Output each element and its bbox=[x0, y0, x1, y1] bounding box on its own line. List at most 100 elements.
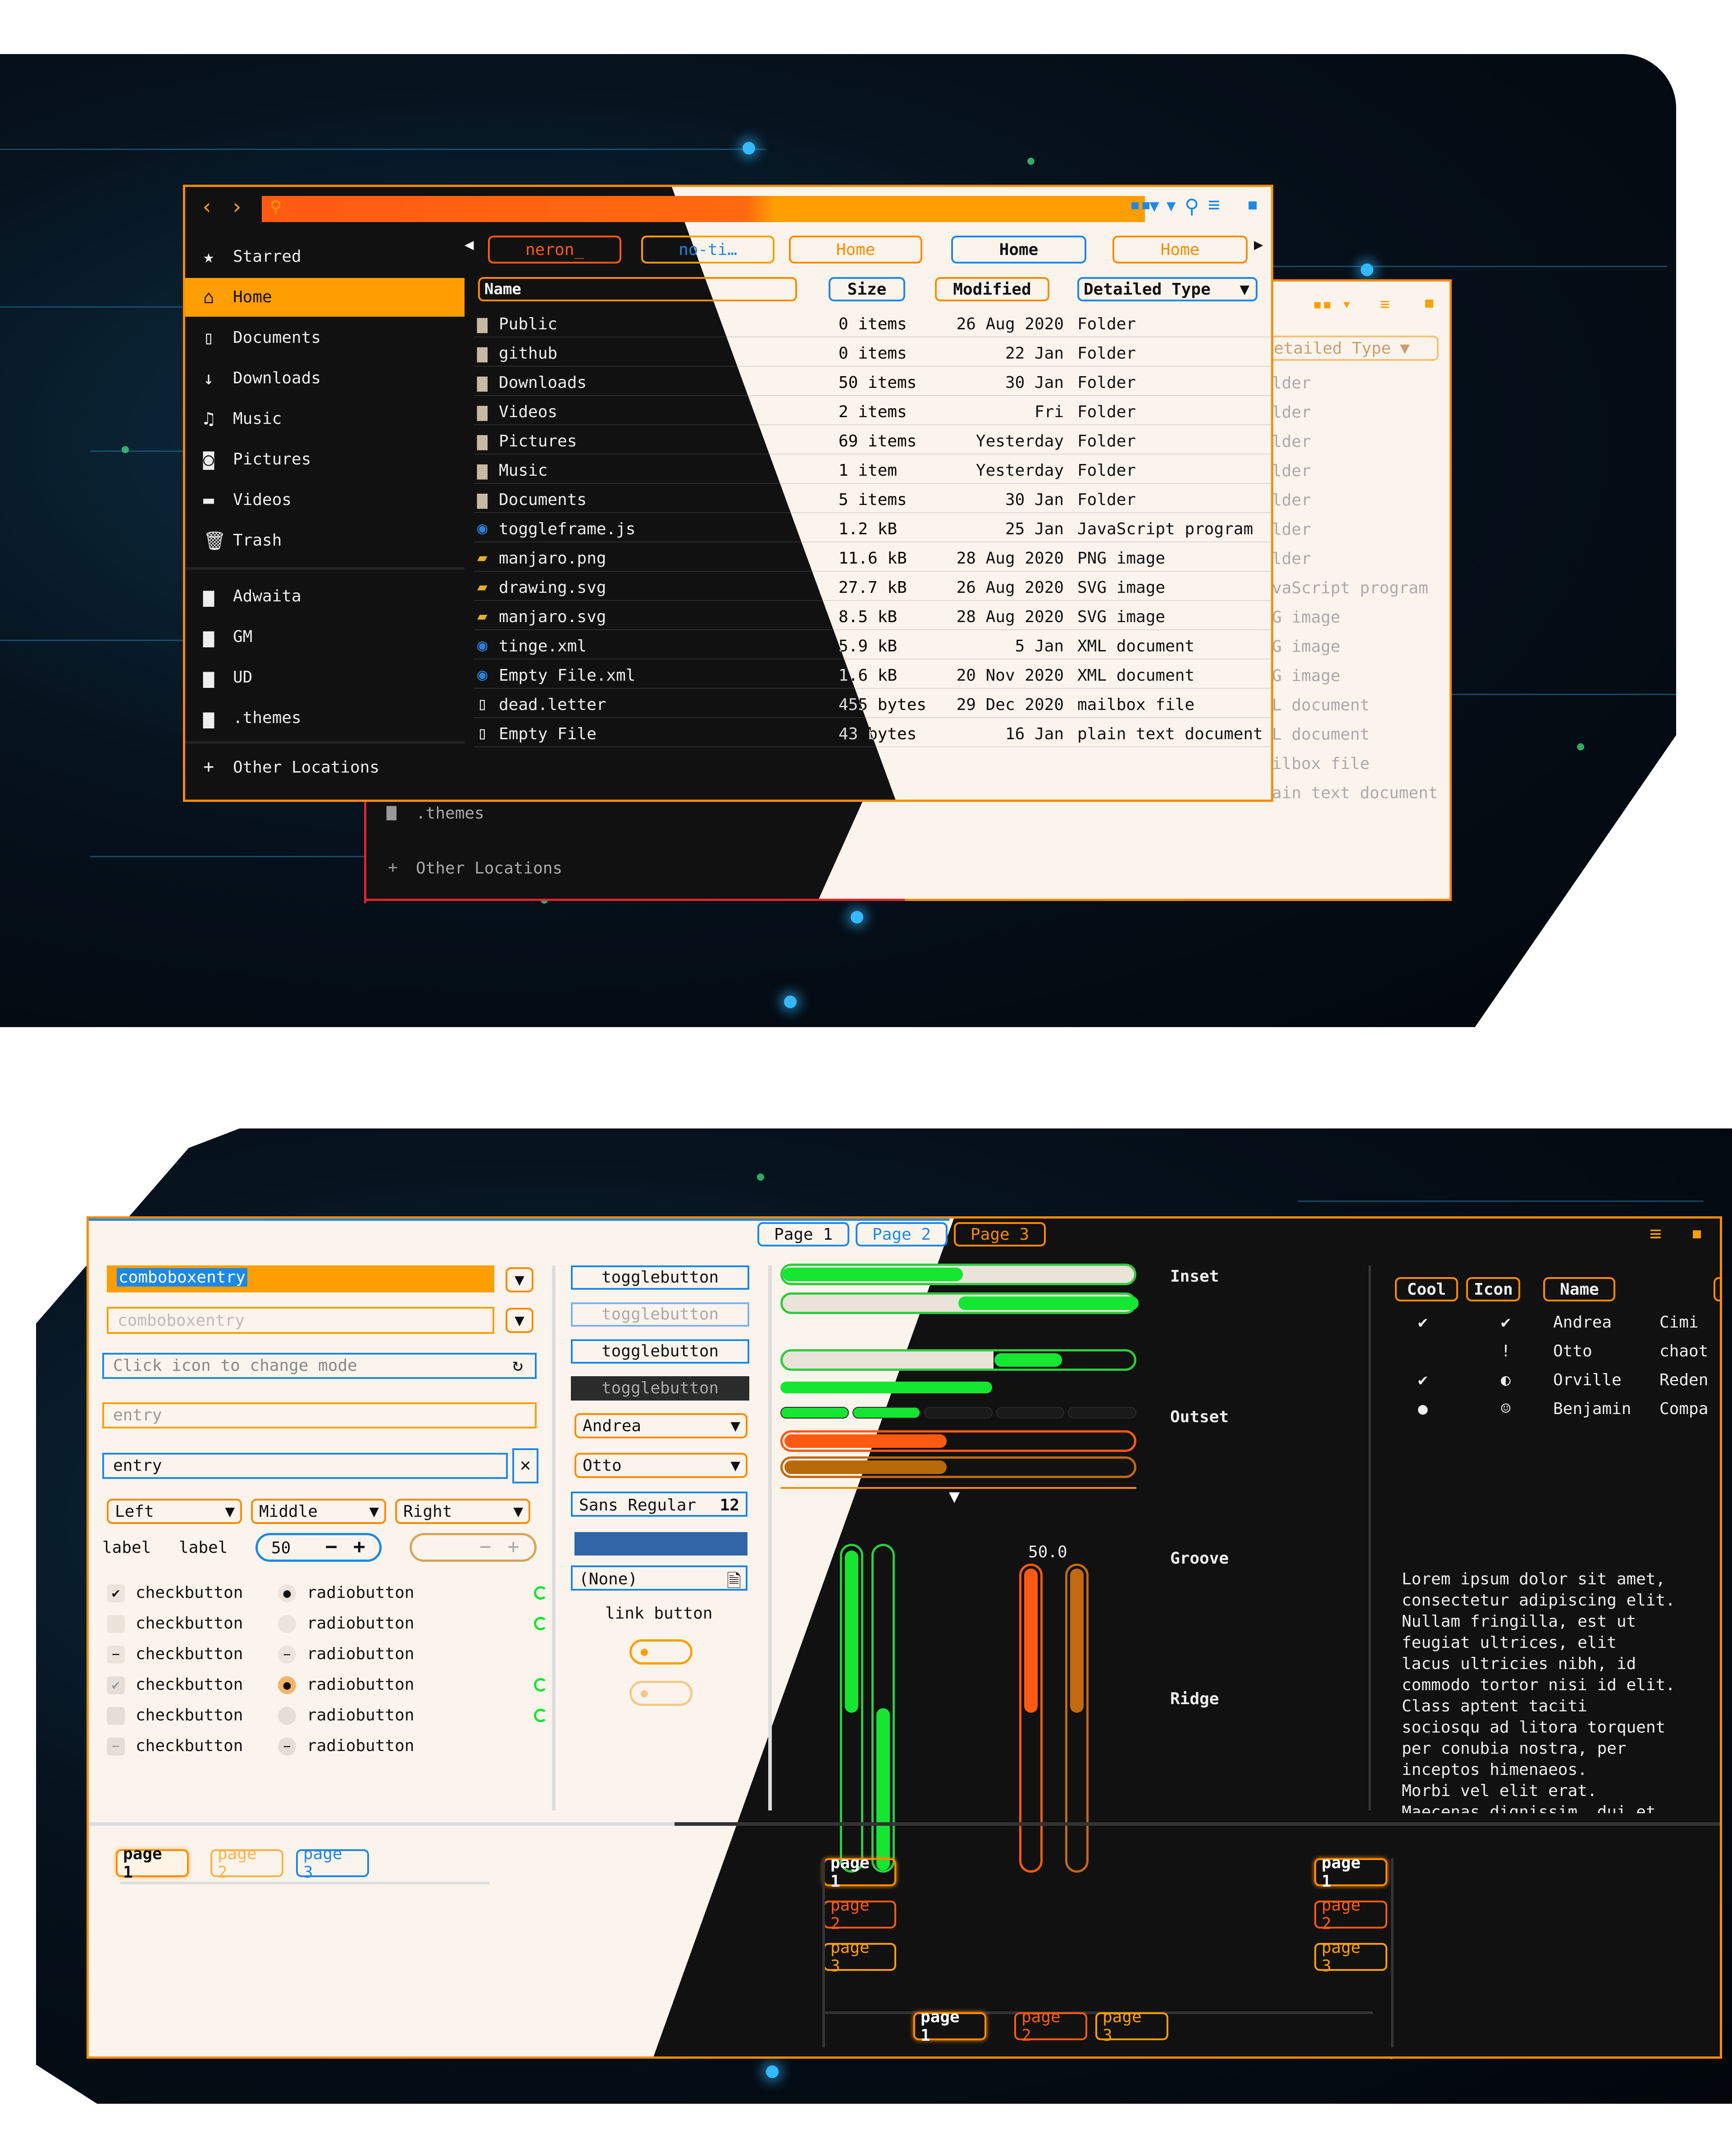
table-row[interactable]: ▆ github 0 items 22 Jan Folder bbox=[474, 338, 1271, 367]
table-row[interactable]: ◉ toggleframe.js 1.2 kB 25 Jan JavaScript pr… bbox=[474, 514, 1271, 542]
link-button[interactable]: link button bbox=[605, 1604, 712, 1623]
notebook-tab-2[interactable]: Page 2 bbox=[856, 1222, 948, 1246]
sidebar-item-starred[interactable]: ★ Starred bbox=[185, 237, 465, 276]
page-tab-1[interactable]: page 1 bbox=[823, 1854, 896, 1891]
back-view-grid-icon[interactable]: ▪▪ ▾ bbox=[1313, 295, 1352, 314]
scale-orange-2[interactable] bbox=[780, 1456, 1136, 1478]
table-row[interactable]: ▆ Documents 5 items 30 Jan Folder bbox=[474, 484, 1271, 513]
column-header-detailed-type[interactable]: Detailed Type ▼ bbox=[1077, 277, 1258, 301]
switch-on[interactable] bbox=[629, 1639, 693, 1665]
tree-column-icon[interactable]: Icon bbox=[1466, 1277, 1521, 1301]
column-header-modified[interactable]: Modified bbox=[935, 277, 1049, 301]
page-tab-3[interactable]: page 3 bbox=[296, 1845, 369, 1882]
scale-orange-1[interactable] bbox=[780, 1430, 1136, 1452]
vertical-orange-scale-2[interactable] bbox=[1065, 1564, 1089, 1873]
notebook-tab-3[interactable]: Page 3 bbox=[954, 1222, 1046, 1246]
color-button[interactable] bbox=[574, 1532, 747, 1556]
page-tab-3[interactable]: page 3 bbox=[1095, 2008, 1168, 2045]
comboboxentry-2-dropdown[interactable]: ▼ bbox=[506, 1308, 533, 1333]
view-options-dropdown-icon[interactable]: ▼ bbox=[1167, 197, 1176, 215]
table-row[interactable]: ▰ manjaro.png 11.6 kB 28 Aug 2020 PNG image bbox=[474, 543, 1271, 572]
path-tab-2[interactable]: no-ti… bbox=[641, 236, 775, 264]
radiobutton[interactable]: ● radiobutton bbox=[278, 1579, 458, 1606]
column-header-name[interactable]: Name bbox=[478, 277, 797, 301]
tree-column-name[interactable]: Name bbox=[1543, 1277, 1616, 1301]
view-switcher-icon[interactable]: ▪▪ bbox=[1130, 194, 1151, 215]
clear-entry-button[interactable]: ✕ bbox=[512, 1448, 538, 1483]
table-row[interactable]: ▯ Empty File 43 bytes 16 Jan plain text docu… bbox=[474, 719, 1271, 747]
refresh-icon[interactable]: ↻ bbox=[512, 1355, 523, 1375]
page-tab-1[interactable]: page 1 bbox=[913, 2008, 986, 2045]
path-tab-5[interactable]: Home bbox=[1112, 236, 1248, 264]
vertical-orange-scale-1[interactable] bbox=[1019, 1564, 1043, 1873]
back-square-icon[interactable]: ■ bbox=[1425, 295, 1433, 311]
tree-column-nic[interactable]: Nic bbox=[1714, 1277, 1720, 1301]
back-sidebar-themes[interactable]: .themes bbox=[416, 804, 484, 823]
spin-minus-icon[interactable]: − bbox=[325, 1535, 337, 1558]
table-row[interactable]: ▆ Downloads 50 items 30 Jan Folder bbox=[474, 367, 1271, 396]
window-square-icon[interactable]: ■ bbox=[1249, 197, 1257, 213]
path-tab-3[interactable]: Home bbox=[789, 236, 922, 264]
combo-left[interactable]: Left ▼ bbox=[107, 1499, 242, 1524]
table-row[interactable]: ▆ Videos 2 items Fri Folder bbox=[474, 396, 1271, 425]
spin-plus-icon[interactable]: + bbox=[353, 1535, 365, 1558]
back-detailed-type-header[interactable]: etailed Type ▼ bbox=[1267, 336, 1439, 361]
entry-field[interactable]: entry bbox=[102, 1453, 508, 1479]
page-tab-2[interactable]: page 2 bbox=[1314, 1896, 1387, 1933]
page-tab-1[interactable]: page 1 bbox=[1314, 1854, 1387, 1891]
entry-placeholder-field[interactable]: entry bbox=[102, 1402, 537, 1428]
combo-middle[interactable]: Middle ▼ bbox=[251, 1499, 386, 1524]
comboboxentry-1[interactable]: comboboxentry bbox=[107, 1265, 494, 1292]
page-tab-2[interactable]: page 2 bbox=[823, 1896, 896, 1933]
radiobutton[interactable]: − radiobutton bbox=[278, 1640, 458, 1667]
back-arrow-icon[interactable]: ‹ bbox=[201, 194, 214, 219]
search-icon[interactable]: ⚲ bbox=[1185, 195, 1199, 218]
tree-row[interactable]: ✔ ◐ Orville Reden bbox=[1391, 1366, 1720, 1393]
spin-button[interactable]: 50 − + bbox=[255, 1533, 382, 1562]
path-tab-4[interactable]: Home bbox=[951, 236, 1086, 264]
checkbutton[interactable]: checkbutton bbox=[107, 1610, 278, 1637]
scale-slider-icon[interactable]: ▼ bbox=[949, 1486, 960, 1507]
header-menu-icon[interactable]: ≡ bbox=[1650, 1222, 1662, 1245]
table-row[interactable]: ▆ Music 1 item Yesterday Folder bbox=[474, 455, 1271, 484]
header-square-icon[interactable]: ■ bbox=[1693, 1226, 1701, 1242]
page-tab-2[interactable]: page 2 bbox=[210, 1845, 283, 1882]
mode-entry[interactable]: Click icon to change mode ↻ bbox=[102, 1353, 537, 1379]
tree-column-cool[interactable]: Cool bbox=[1395, 1277, 1458, 1301]
comboboxentry-2[interactable]: comboboxentry bbox=[107, 1307, 494, 1334]
toggle-button-3[interactable]: togglebutton bbox=[571, 1339, 749, 1364]
combo-right[interactable]: Right ▼ bbox=[395, 1499, 530, 1524]
file-chooser-button[interactable]: (None) 🗎 bbox=[571, 1565, 747, 1592]
table-row[interactable]: ▆ Pictures 69 items Yesterday Folder bbox=[474, 426, 1271, 455]
table-row[interactable]: ◉ Empty File.xml 1.6 kB 20 Nov 2020 XML docu… bbox=[474, 660, 1271, 689]
column-header-size[interactable]: Size bbox=[829, 277, 905, 301]
tree-row[interactable]: ✔ ✔ Andrea Cimi bbox=[1391, 1309, 1720, 1336]
tree-row[interactable]: ! Otto chaot bbox=[1391, 1337, 1720, 1365]
path-tab-1[interactable]: neron_ bbox=[488, 236, 621, 264]
table-row[interactable]: ▰ manjaro.svg 8.5 kB 28 Aug 2020 SVG image bbox=[474, 601, 1271, 630]
path-right-arrow-icon[interactable]: ▶ bbox=[1254, 236, 1263, 254]
checkbutton[interactable]: ✔ checkbutton bbox=[107, 1579, 278, 1606]
notebook-tab-1[interactable]: Page 1 bbox=[757, 1222, 849, 1246]
page-tab-3[interactable]: page 3 bbox=[1314, 1938, 1387, 1975]
page-tab-3[interactable]: page 3 bbox=[823, 1938, 896, 1975]
table-row[interactable]: ▆ Public 0 items 26 Aug 2020 Folder bbox=[474, 309, 1271, 337]
back-sidebar-other-locations[interactable]: Other Locations bbox=[416, 859, 562, 878]
combo-andrea[interactable]: Andrea ▼ bbox=[574, 1413, 747, 1438]
location-search-bar[interactable]: ⚲ bbox=[262, 196, 1145, 222]
back-menu-icon[interactable]: ≡ bbox=[1380, 295, 1390, 314]
table-row[interactable]: ▰ drawing.svg 27.7 kB 26 Aug 2020 SVG image bbox=[474, 572, 1271, 601]
checkbutton[interactable]: − checkbutton bbox=[107, 1640, 278, 1667]
font-button[interactable]: Sans Regular 12 bbox=[571, 1492, 747, 1517]
toggle-button-1[interactable]: togglebutton bbox=[571, 1265, 749, 1290]
comboboxentry-1-dropdown[interactable]: ▼ bbox=[506, 1267, 533, 1292]
combo-otto[interactable]: Otto ▼ bbox=[574, 1453, 747, 1478]
table-row[interactable]: ▯ dead.letter 455 bytes 29 Dec 2020 mailbox … bbox=[474, 689, 1271, 718]
hamburger-menu-icon[interactable]: ≡ bbox=[1208, 193, 1220, 216]
radiobutton[interactable]: radiobutton bbox=[278, 1610, 458, 1637]
toggle-button-4[interactable]: togglebutton bbox=[571, 1376, 749, 1401]
forward-arrow-icon[interactable]: › bbox=[230, 194, 243, 219]
table-row[interactable]: ◉ tinge.xml 5.9 kB 5 Jan XML document bbox=[474, 631, 1271, 660]
path-left-arrow-icon[interactable]: ◀ bbox=[465, 236, 474, 254]
tree-row[interactable]: ● ☺ Benjamin Compa bbox=[1391, 1395, 1720, 1422]
